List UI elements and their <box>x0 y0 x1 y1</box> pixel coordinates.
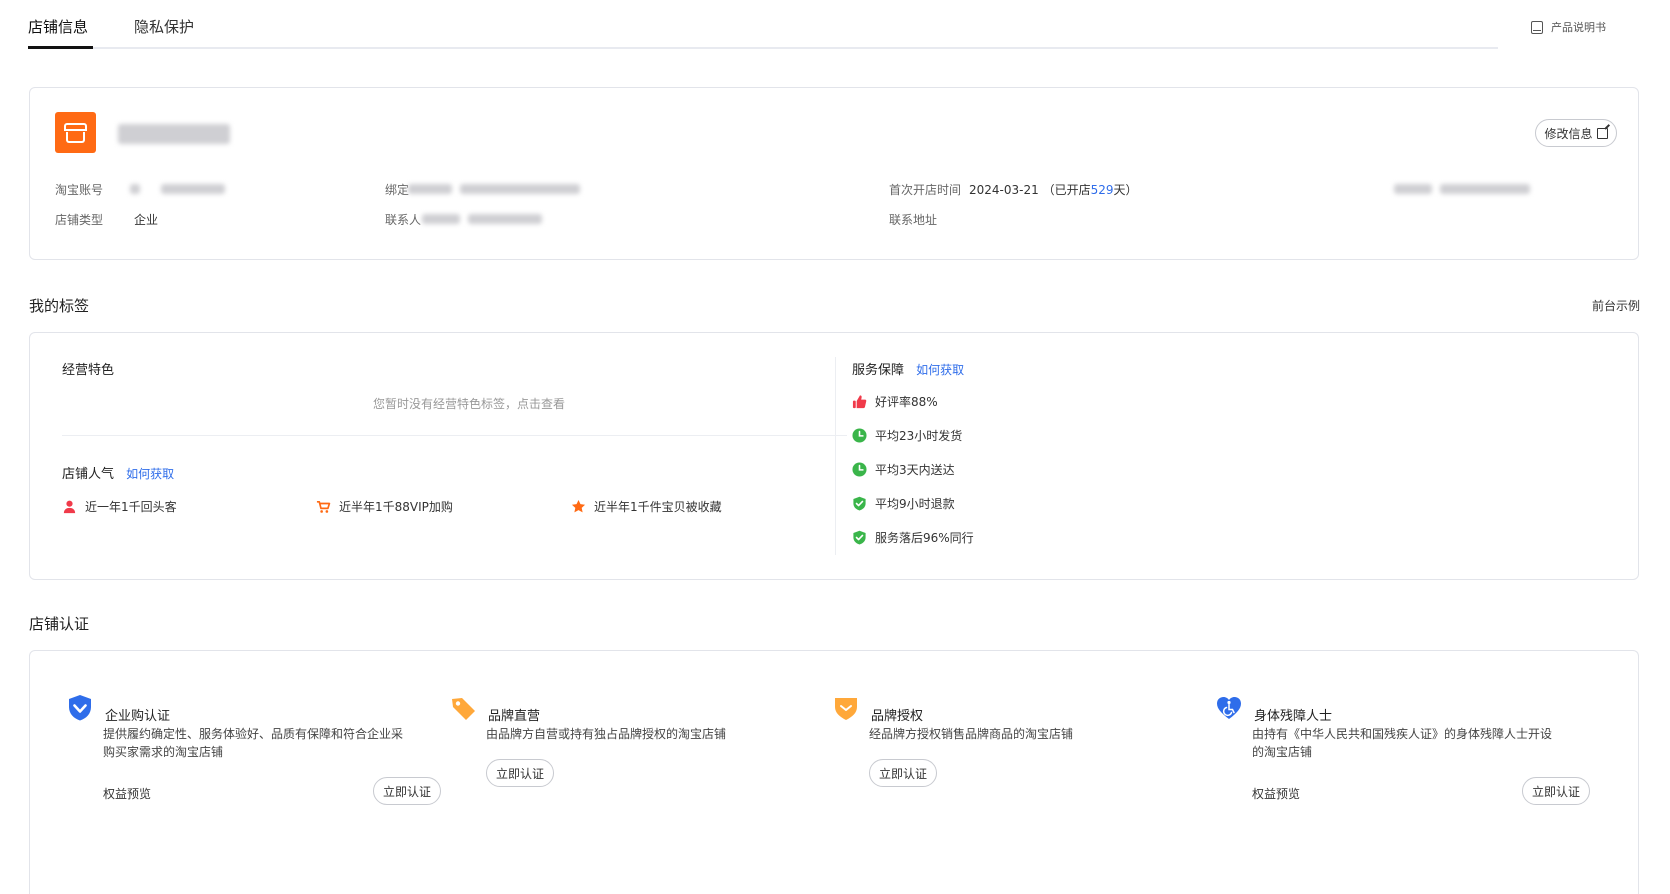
certification-card: 企业购认证 提供履约确定性、服务体验好、品质有保障和符合企业采购买家需求的淘宝店… <box>29 650 1639 894</box>
redacted-block <box>130 184 140 194</box>
shield-check-icon <box>853 530 866 545</box>
account-label: 淘宝账号 <box>55 183 104 197</box>
popularity-item-label: 近半年1千88VIP加购 <box>339 500 453 514</box>
service-item-label: 平均9小时退款 <box>875 497 955 511</box>
account-value-redacted <box>161 184 225 194</box>
accessibility-heart-icon <box>1217 696 1241 719</box>
storefront-preview-link[interactable]: 前台示例 <box>1592 297 1640 314</box>
features-empty-hint[interactable]: 您暂时没有经营特色标签，点击查看 <box>373 395 565 412</box>
divider <box>835 357 836 555</box>
popularity-item: 近一年1千回头客 <box>62 498 177 515</box>
shop-logo <box>55 112 96 153</box>
cert-name: 品牌授权 <box>871 709 924 724</box>
features-title: 经营特色 <box>62 363 115 378</box>
brand-tag-icon <box>452 697 475 720</box>
service-item-label: 服务落后96%同行 <box>875 531 974 545</box>
cert-desc: 经品牌方授权销售品牌商品的淘宝店铺 <box>869 727 1074 741</box>
shop-type-value: 企业 <box>134 213 159 227</box>
contact-value-redacted <box>468 214 542 224</box>
edit-info-button[interactable]: 修改信息 <box>1535 119 1617 147</box>
brand-auth-icon <box>835 697 857 720</box>
popularity-item: 近半年1千件宝贝被收藏 <box>571 498 722 515</box>
certify-button[interactable]: 立即认证 <box>869 759 937 787</box>
certify-button[interactable]: 立即认证 <box>486 759 554 787</box>
tab-privacy[interactable]: 隐私保护 <box>134 16 194 37</box>
cert-name: 企业购认证 <box>105 709 171 724</box>
service-item: 平均23小时发货 <box>852 427 962 444</box>
cert-desc: 由品牌方自营或持有独占品牌授权的淘宝店铺 <box>486 727 727 741</box>
my-tags-card: 经营特色 您暂时没有经营特色标签，点击查看 店铺人气 如何获取 近一年1千回头客… <box>29 332 1639 580</box>
open-date: 2024-03-21 <box>969 183 1039 197</box>
redacted-block <box>1394 184 1432 194</box>
book-icon <box>1531 20 1543 34</box>
tab-shop-info[interactable]: 店铺信息 <box>28 16 88 37</box>
cert-head: 品牌授权 <box>831 691 923 724</box>
cert-name: 身体残障人士 <box>1254 709 1333 724</box>
popularity-item-label: 近半年1千件宝贝被收藏 <box>594 500 722 514</box>
cert-head: 企业购认证 <box>65 691 170 724</box>
shield-check-icon <box>853 496 866 511</box>
service-item-label: 平均3天内送达 <box>875 463 955 477</box>
edit-info-label: 修改信息 <box>1544 126 1593 141</box>
address-label: 联系地址 <box>889 213 938 227</box>
service-item-label: 好评率88% <box>875 395 938 409</box>
cart-icon <box>316 500 331 513</box>
popularity-item-label: 近一年1千回头客 <box>85 500 177 514</box>
certify-button[interactable]: 立即认证 <box>373 777 441 805</box>
bind-label: 绑定 <box>385 183 410 197</box>
contact-label: 联系人 <box>385 213 422 227</box>
shop-name-redacted <box>118 124 230 144</box>
divider <box>62 435 847 436</box>
clock-icon <box>852 428 867 443</box>
cert-desc: 由持有《中华人民共和国残疾人证》的身体残障人士开设的淘宝店铺 <box>1252 727 1553 759</box>
star-icon <box>571 499 586 513</box>
certification-title: 店铺认证 <box>29 615 90 633</box>
service-title-text: 服务保障 <box>852 363 905 378</box>
popularity-item: 近半年1千88VIP加购 <box>316 498 453 515</box>
redacted-block <box>408 184 452 194</box>
tab-baseline <box>28 47 1498 49</box>
cert-head: 身体残障人士 <box>1214 691 1332 724</box>
service-item: 好评率88% <box>852 393 938 410</box>
my-tags-title: 我的标签 <box>29 297 90 315</box>
opened-suffix: 天） <box>1113 183 1138 197</box>
active-tab-indicator <box>28 46 93 49</box>
product-manual-label: 产品说明书 <box>1551 21 1606 34</box>
benefits-preview-link[interactable]: 权益预览 <box>103 785 151 802</box>
cert-desc: 提供履约确定性、服务体验好、品质有保障和符合企业采购买家需求的淘宝店铺 <box>103 727 404 759</box>
cert-name: 品牌直营 <box>488 709 541 724</box>
thumbs-up-icon <box>852 395 867 409</box>
service-how-to-get-link[interactable]: 如何获取 <box>916 363 964 377</box>
redacted-block <box>1440 184 1530 194</box>
service-item: 服务落后96%同行 <box>852 529 974 546</box>
popularity-title: 店铺人气 如何获取 <box>62 463 174 482</box>
store-icon <box>64 123 87 131</box>
popularity-title-text: 店铺人气 <box>62 467 115 482</box>
service-item-label: 平均23小时发货 <box>875 429 963 443</box>
clock-icon <box>852 462 867 477</box>
benefits-preview-link[interactable]: 权益预览 <box>1252 785 1300 802</box>
popularity-how-to-get-link[interactable]: 如何获取 <box>126 467 174 481</box>
opened-days: 529 <box>1090 183 1114 197</box>
cert-head: 品牌直营 <box>448 691 540 724</box>
service-item: 平均3天内送达 <box>852 461 955 478</box>
certify-button[interactable]: 立即认证 <box>1522 777 1590 805</box>
user-icon <box>63 500 76 514</box>
service-item: 平均9小时退款 <box>852 495 955 512</box>
opened-prefix: （已开店 <box>1042 183 1091 197</box>
service-title: 服务保障 如何获取 <box>852 359 964 378</box>
external-link-icon <box>1596 127 1608 139</box>
open-time-value: 2024-03-21 （已开店529天） <box>969 181 1138 198</box>
product-manual-link[interactable]: 产品说明书 <box>1531 19 1606 35</box>
shop-info-card: 修改信息 淘宝账号 绑定 首次开店时间 2024-03-21 （已开店529天）… <box>29 87 1639 260</box>
redacted-block <box>422 214 460 224</box>
enterprise-shield-icon <box>69 694 91 720</box>
open-time-label: 首次开店时间 <box>889 183 962 197</box>
shop-type-label: 店铺类型 <box>55 213 104 227</box>
bind-value-redacted <box>460 184 580 194</box>
